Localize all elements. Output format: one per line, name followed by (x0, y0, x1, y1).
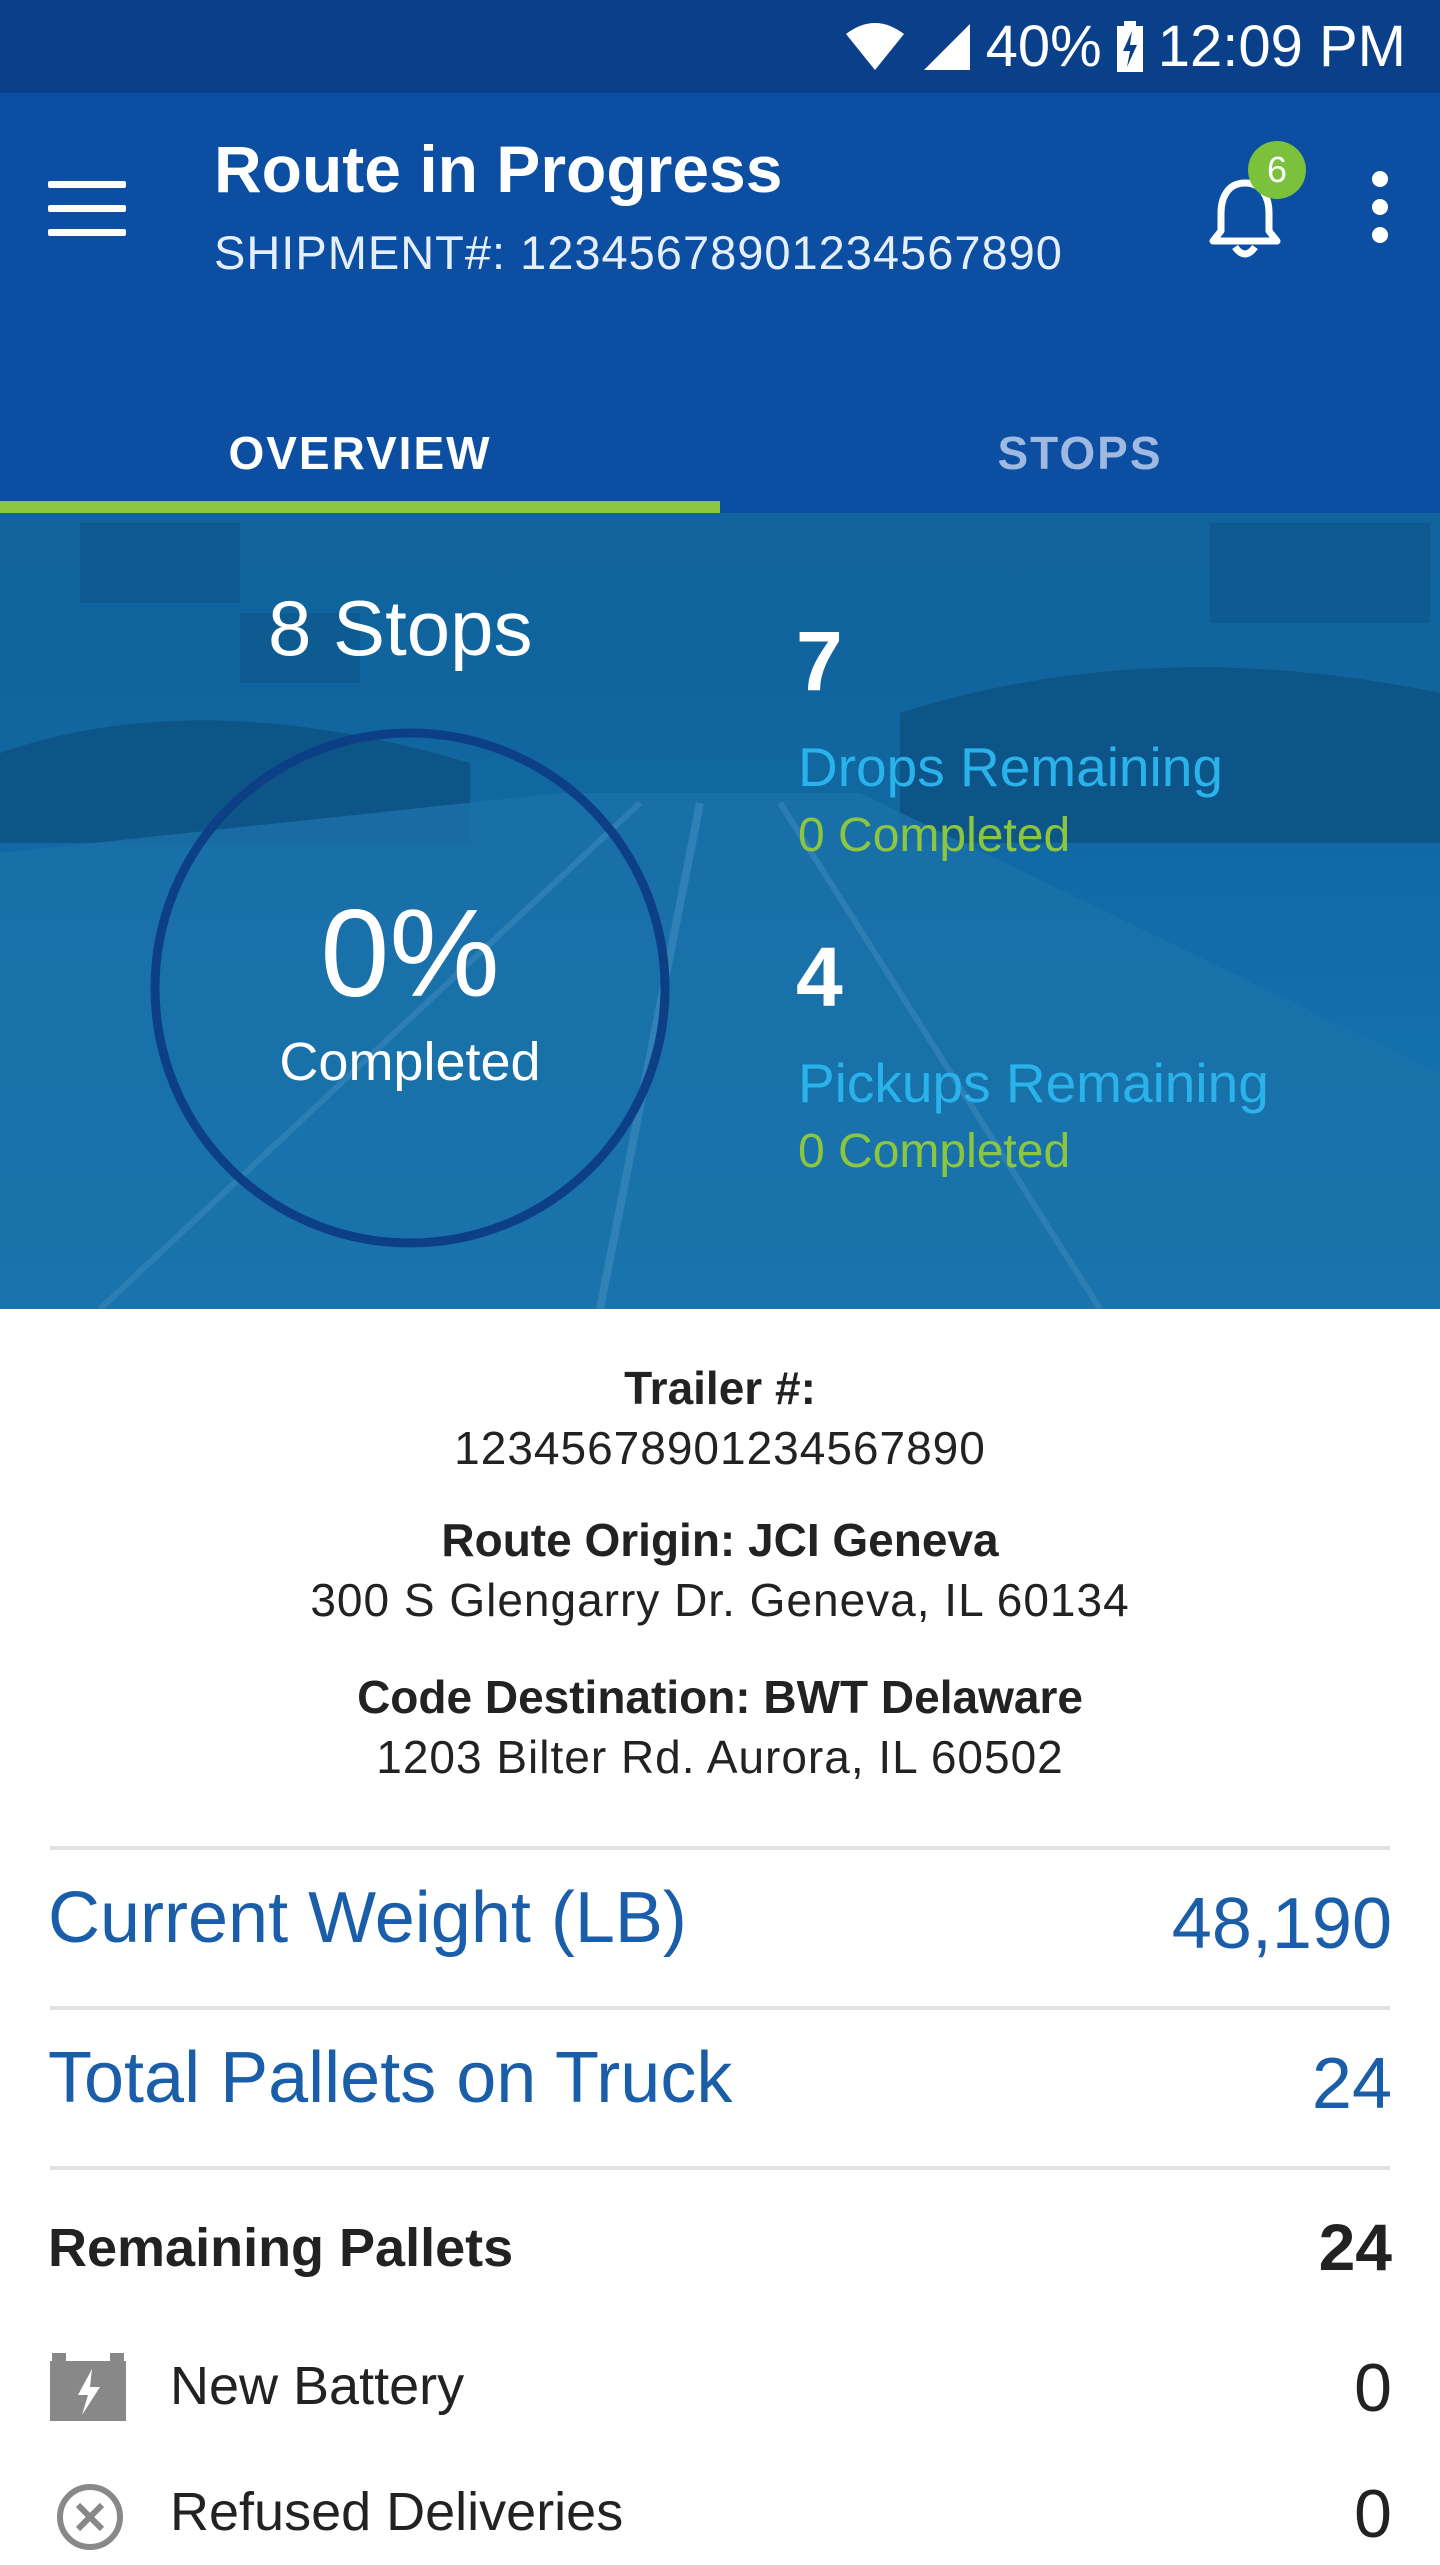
tab-stops[interactable]: STOPS (720, 393, 1440, 513)
destination-address: 1203 Bilter Rd. Aurora, IL 60502 (376, 1731, 1064, 1783)
refused-deliveries-value: 0 (1354, 2476, 1392, 2552)
new-battery-row: New Battery 0 (48, 2349, 1392, 2439)
current-weight-label: Current Weight (LB) (48, 1878, 687, 1958)
percent-completed: 0% (320, 885, 500, 1023)
trailer-number: 12345678901234567890 (454, 1422, 986, 1474)
app-bar: Route in Progress SHIPMENT#: 12345678901… (0, 93, 1440, 513)
pickups-count: 4 (796, 930, 843, 1024)
refused-icon (57, 2484, 123, 2550)
divider (50, 2166, 1390, 2170)
divider (50, 2006, 1390, 2010)
tab-overview[interactable]: OVERVIEW (0, 393, 720, 513)
refused-deliveries-label: Refused Deliveries (170, 2482, 624, 2542)
trailer-title: Trailer #: (624, 1362, 816, 1414)
total-pallets-value: 24 (1311, 2044, 1392, 2124)
origin-address: 300 S Glengarry Dr. Geneva, IL 60134 (310, 1574, 1130, 1626)
total-pallets-row: Total Pallets on Truck 24 (48, 2037, 1392, 2147)
overview-hero: 8 Stops 0% Completed 7 Drops Remaining 0… (0, 513, 1440, 1309)
stops-count: 8 Stops (268, 584, 533, 672)
hamburger-menu-icon[interactable] (48, 181, 126, 241)
percent-label: Completed (279, 1032, 541, 1092)
origin-info: Route Origin: JCI Geneva 300 S Glengarry… (0, 1513, 1440, 1627)
page-title: Route in Progress (214, 132, 783, 206)
tab-bar: OVERVIEW STOPS (0, 393, 1440, 513)
current-weight-value: 48,190 (1171, 1884, 1392, 1964)
shipment-number: SHIPMENT#: 12345678901234567890 (214, 226, 1063, 279)
signal-icon (920, 22, 972, 72)
total-pallets-label: Total Pallets on Truck (48, 2038, 733, 2118)
new-battery-label: New Battery (170, 2356, 465, 2416)
remaining-pallets-label: Remaining Pallets (48, 2218, 514, 2278)
remaining-pallets-value: 24 (1318, 2210, 1392, 2284)
drops-label: Drops Remaining (798, 736, 1223, 798)
origin-title: Route Origin: JCI Geneva (441, 1514, 999, 1566)
pickups-completed: 0 Completed (798, 1125, 1071, 1178)
notification-badge: 6 (1248, 141, 1306, 199)
more-options-icon[interactable] (1360, 171, 1400, 261)
battery-icon (50, 2353, 126, 2421)
battery-charging-icon (1116, 20, 1144, 73)
current-weight-row: Current Weight (LB) 48,190 (48, 1877, 1392, 1987)
wifi-icon (844, 22, 906, 72)
drops-count: 7 (796, 614, 843, 708)
pickups-label: Pickups Remaining (798, 1052, 1269, 1114)
destination-info: Code Destination: BWT Delaware 1203 Bilt… (0, 1670, 1440, 1784)
status-bar: 40% 12:09 PM (0, 0, 1440, 93)
divider (50, 1846, 1390, 1850)
battery-percent: 40% (985, 14, 1102, 79)
drops-completed: 0 Completed (798, 809, 1071, 862)
trailer-info: Trailer #: 12345678901234567890 (0, 1361, 1440, 1475)
new-battery-value: 0 (1354, 2350, 1392, 2426)
destination-title: Code Destination: BWT Delaware (357, 1671, 1083, 1723)
refused-deliveries-row: Refused Deliveries 0 (48, 2475, 1392, 2565)
clock: 12:09 PM (1157, 14, 1406, 79)
